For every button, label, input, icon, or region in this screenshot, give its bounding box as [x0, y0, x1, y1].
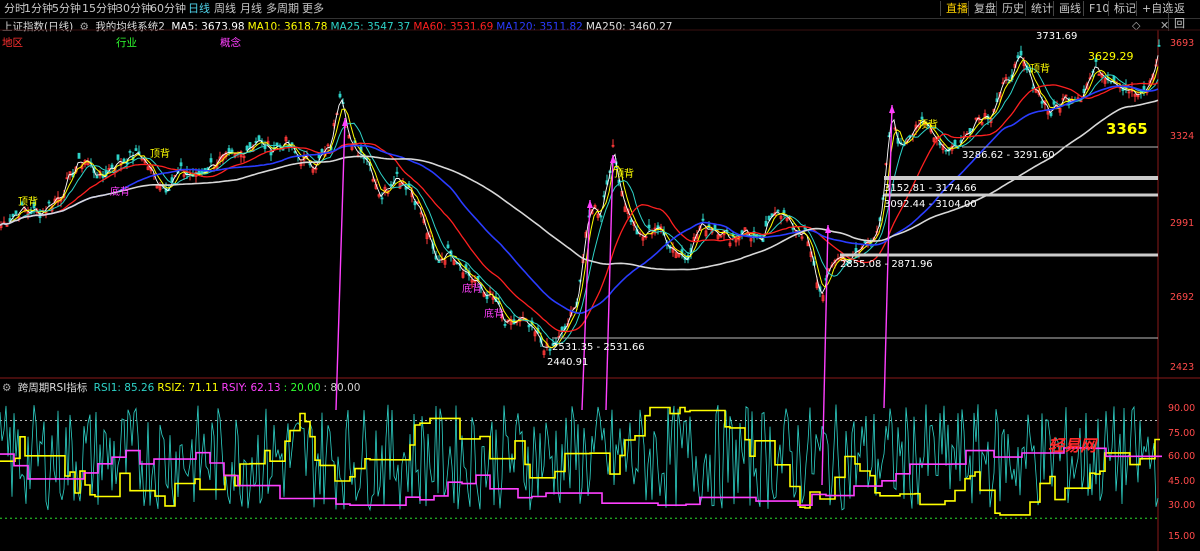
annotation-diverge4: 底背: [462, 284, 482, 295]
rsi-tick-label: 45.00: [1168, 476, 1196, 487]
arrow-head: [587, 200, 593, 208]
ma120-line: [0, 85, 1159, 315]
annotation-diverge8: 顶背: [18, 197, 38, 208]
candle-body: [245, 145, 249, 151]
annotation-high: 3731.69: [1036, 31, 1078, 42]
rsi-tick-label: 90.00: [1168, 403, 1196, 414]
annotation-diverge1: 顶背: [150, 149, 170, 160]
candle-body: [14, 210, 18, 214]
candle-body: [1019, 50, 1023, 56]
ma5-line: [0, 55, 1159, 349]
candle-body: [338, 93, 342, 98]
candle-body: [782, 210, 786, 214]
candle-body: [446, 244, 450, 249]
rsi1-line: [0, 404, 1159, 512]
candle-body: [1157, 44, 1161, 47]
rsi-tick-label: 30.00: [1168, 500, 1196, 511]
annotation-diverge2: 底背: [110, 187, 130, 198]
candle-body: [713, 224, 717, 230]
annotation-diverge7: 顶背: [918, 120, 938, 131]
annotation-peak2: 3629.29: [1088, 50, 1134, 63]
candle-body: [1031, 87, 1035, 90]
ma10-line: [0, 59, 1159, 349]
candle-body: [380, 197, 384, 200]
candle-body: [395, 171, 399, 174]
candle-body: [77, 152, 81, 159]
candle-body: [503, 324, 507, 326]
divergence-arrow: [605, 154, 614, 411]
candle-body: [944, 149, 948, 152]
candle-body: [764, 220, 768, 227]
rsi-tick-label: 15.00: [1168, 531, 1196, 542]
annotation-watermark: 轻易网: [1048, 436, 1097, 455]
price-tick-label: 3324: [1170, 131, 1195, 142]
annotation-zone2: 3286.62 - 3291.60: [962, 150, 1055, 161]
annotation-low: 2440.91: [547, 357, 589, 368]
chart-canvas[interactable]: [0, 0, 1200, 551]
candle-body: [548, 348, 552, 351]
candle-body: [1040, 101, 1044, 104]
price-tick-label: 3693: [1170, 38, 1195, 49]
candle-body: [1016, 55, 1020, 59]
divergence-arrow: [335, 117, 346, 411]
annotation-zone1: 2531.35 - 2531.66: [552, 342, 645, 353]
candle-body: [485, 295, 489, 300]
candle-body: [179, 162, 183, 167]
candle-body: [437, 261, 441, 263]
candle-body: [134, 148, 138, 151]
price-tick-label: 2423: [1170, 362, 1195, 373]
candle-body: [47, 201, 51, 204]
rsi-tick-label: 75.00: [1168, 428, 1196, 439]
annotation-zone5: 2855.08 - 2871.96: [840, 259, 933, 270]
price-tick-label: 2991: [1170, 218, 1195, 229]
candle-body: [863, 241, 867, 244]
candle-body: [95, 175, 99, 179]
candle-body: [248, 142, 252, 148]
price-tick-label: 2692: [1170, 292, 1195, 303]
candle-body: [227, 148, 231, 154]
candle-body: [599, 215, 603, 218]
candle-body: [128, 150, 132, 153]
candle-body: [110, 164, 114, 169]
candle-body: [122, 158, 126, 163]
candle-body: [776, 209, 780, 212]
candle-body: [116, 154, 120, 160]
candle-body: [953, 139, 957, 146]
candle-body: [209, 158, 213, 163]
annotation-diverge3: 顶背: [614, 169, 634, 180]
arrow-head: [825, 225, 831, 233]
arrow-head: [889, 105, 895, 113]
annotation-diverge5: 底背: [484, 309, 504, 320]
annotation-diverge6: 顶背: [1030, 64, 1050, 75]
annotation-zone4: 3092.44 - 3104.00: [884, 199, 977, 210]
candle-body: [527, 324, 531, 328]
candle-body: [257, 135, 261, 141]
annotation-zone3: 3152.81 - 3174.66: [884, 183, 977, 194]
annotation-big: 3365: [1106, 120, 1148, 138]
candle-body: [767, 216, 771, 221]
candle-body: [854, 247, 858, 253]
candle-body: [1049, 112, 1053, 116]
candle-body: [629, 219, 633, 223]
candle-body: [701, 218, 705, 221]
rsi-tick-label: 60.00: [1168, 451, 1196, 462]
